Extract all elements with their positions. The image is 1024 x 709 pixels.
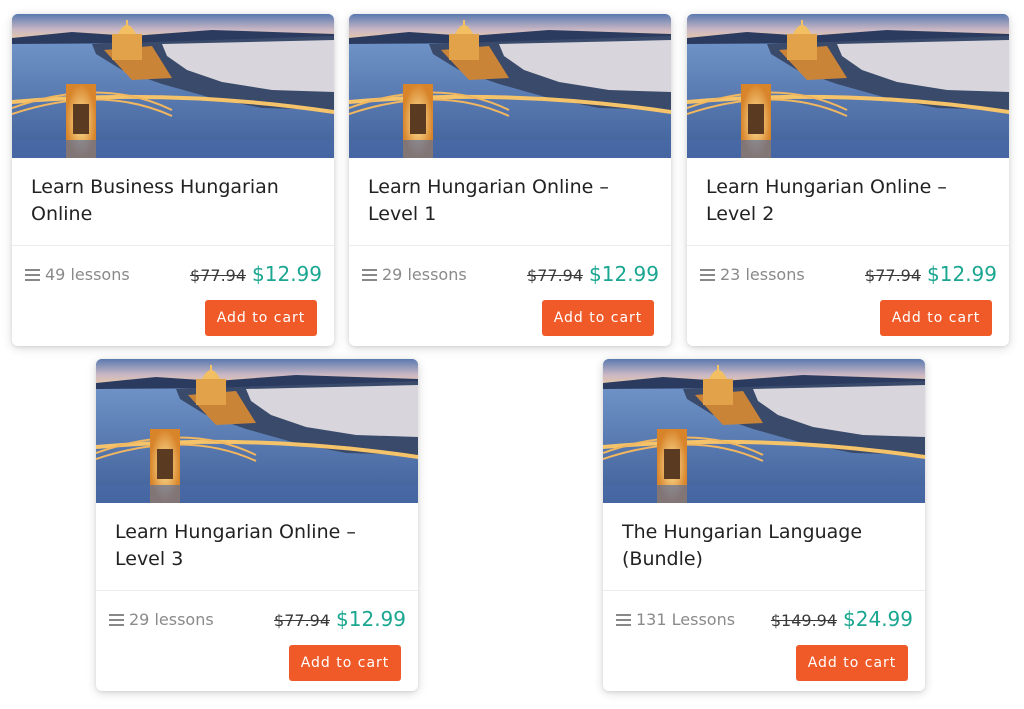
course-card: Learn Hungarian Online – Level 1 29 less… [349, 14, 671, 346]
original-price: $77.94 [274, 611, 331, 630]
price-block: $149.94 $24.99 [771, 607, 913, 631]
lesson-count: 29 lessons [109, 610, 214, 629]
card-divider [603, 590, 925, 591]
course-title[interactable]: The Hungarian Language (Bundle) [622, 519, 912, 573]
lesson-count: 23 lessons [700, 265, 805, 284]
lesson-count-text: 131 Lessons [636, 610, 736, 629]
card-divider [96, 590, 418, 591]
sale-price: $12.99 [927, 262, 997, 286]
menu-lines-icon [109, 614, 124, 626]
menu-lines-icon [700, 269, 715, 281]
add-to-cart-button[interactable]: Add to cart [289, 645, 401, 681]
price-block: $77.94 $12.99 [527, 262, 659, 286]
lesson-count-text: 29 lessons [129, 610, 214, 629]
price-block: $77.94 $12.99 [190, 262, 322, 286]
add-to-cart-button[interactable]: Add to cart [796, 645, 908, 681]
course-image[interactable] [349, 14, 671, 158]
price-block: $77.94 $12.99 [865, 262, 997, 286]
course-title[interactable]: Learn Business Hungarian Online [31, 174, 321, 228]
course-title[interactable]: Learn Hungarian Online – Level 2 [706, 174, 996, 228]
lesson-count-text: 49 lessons [45, 265, 130, 284]
original-price: $77.94 [527, 266, 584, 285]
course-title[interactable]: Learn Hungarian Online – Level 3 [115, 519, 405, 573]
course-card: Learn Hungarian Online – Level 2 23 less… [687, 14, 1009, 346]
lesson-count-text: 29 lessons [382, 265, 467, 284]
course-image[interactable] [12, 14, 334, 158]
menu-lines-icon [25, 269, 40, 281]
original-price: $149.94 [770, 611, 838, 630]
price-block: $77.94 $12.99 [274, 607, 406, 631]
add-to-cart-button[interactable]: Add to cart [880, 300, 992, 336]
menu-lines-icon [616, 614, 631, 626]
card-divider [12, 245, 334, 246]
card-divider [687, 245, 1009, 246]
original-price: $77.94 [865, 266, 922, 285]
lesson-count-text: 23 lessons [720, 265, 805, 284]
menu-lines-icon [362, 269, 377, 281]
card-divider [349, 245, 671, 246]
sale-price: $12.99 [252, 262, 322, 286]
course-image[interactable] [687, 14, 1009, 158]
course-title[interactable]: Learn Hungarian Online – Level 1 [368, 174, 658, 228]
lesson-count: 131 Lessons [616, 610, 735, 629]
sale-price: $12.99 [589, 262, 659, 286]
original-price: $77.94 [190, 266, 247, 285]
course-card: Learn Hungarian Online – Level 3 29 less… [96, 359, 418, 691]
sale-price: $24.99 [843, 607, 913, 631]
course-image[interactable] [603, 359, 925, 503]
course-card: The Hungarian Language (Bundle) 131 Less… [603, 359, 925, 691]
course-card: Learn Business Hungarian Online 49 lesso… [12, 14, 334, 346]
lesson-count: 29 lessons [362, 265, 467, 284]
course-image[interactable] [96, 359, 418, 503]
sale-price: $12.99 [336, 607, 406, 631]
add-to-cart-button[interactable]: Add to cart [542, 300, 654, 336]
add-to-cart-button[interactable]: Add to cart [205, 300, 317, 336]
lesson-count: 49 lessons [25, 265, 130, 284]
